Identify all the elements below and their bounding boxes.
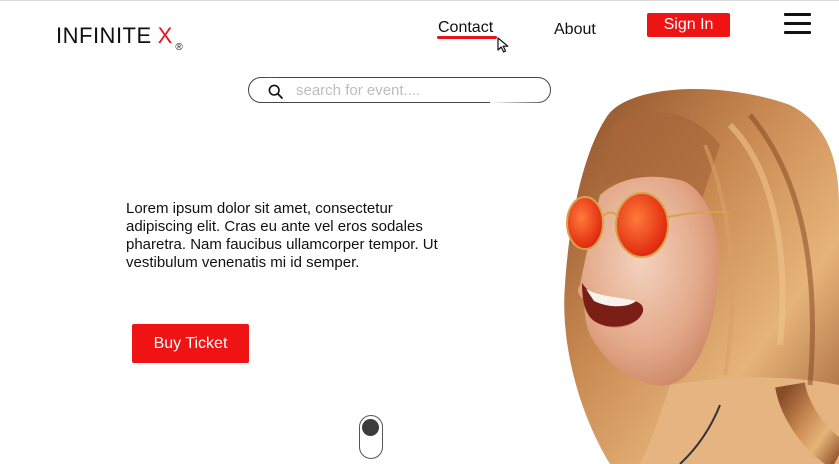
registered-mark: ®: [175, 42, 183, 53]
nav-active-underline: [437, 36, 497, 39]
search-dots: ...: [267, 70, 278, 80]
nav-contact-link[interactable]: Contact: [438, 19, 493, 37]
hero-woman-photo: [490, 85, 839, 464]
brand-name: INFINITE: [56, 23, 152, 48]
search-icon[interactable]: [268, 84, 283, 99]
sign-in-button[interactable]: Sign In: [647, 13, 730, 37]
brand-x: X: [157, 23, 173, 48]
hamburger-menu-icon[interactable]: [784, 13, 812, 35]
mouse-pointer-icon: [497, 37, 509, 53]
scroll-indicator-knob: [362, 419, 379, 436]
scroll-indicator-icon[interactable]: [359, 415, 383, 459]
top-border: [0, 0, 839, 1]
buy-ticket-button[interactable]: Buy Ticket: [132, 324, 249, 363]
hero-description: Lorem ipsum dolor sit amet, consectetur …: [126, 200, 438, 271]
brand-logo[interactable]: INFINITE X ®: [56, 19, 183, 53]
nav-about-link[interactable]: About: [554, 21, 596, 39]
